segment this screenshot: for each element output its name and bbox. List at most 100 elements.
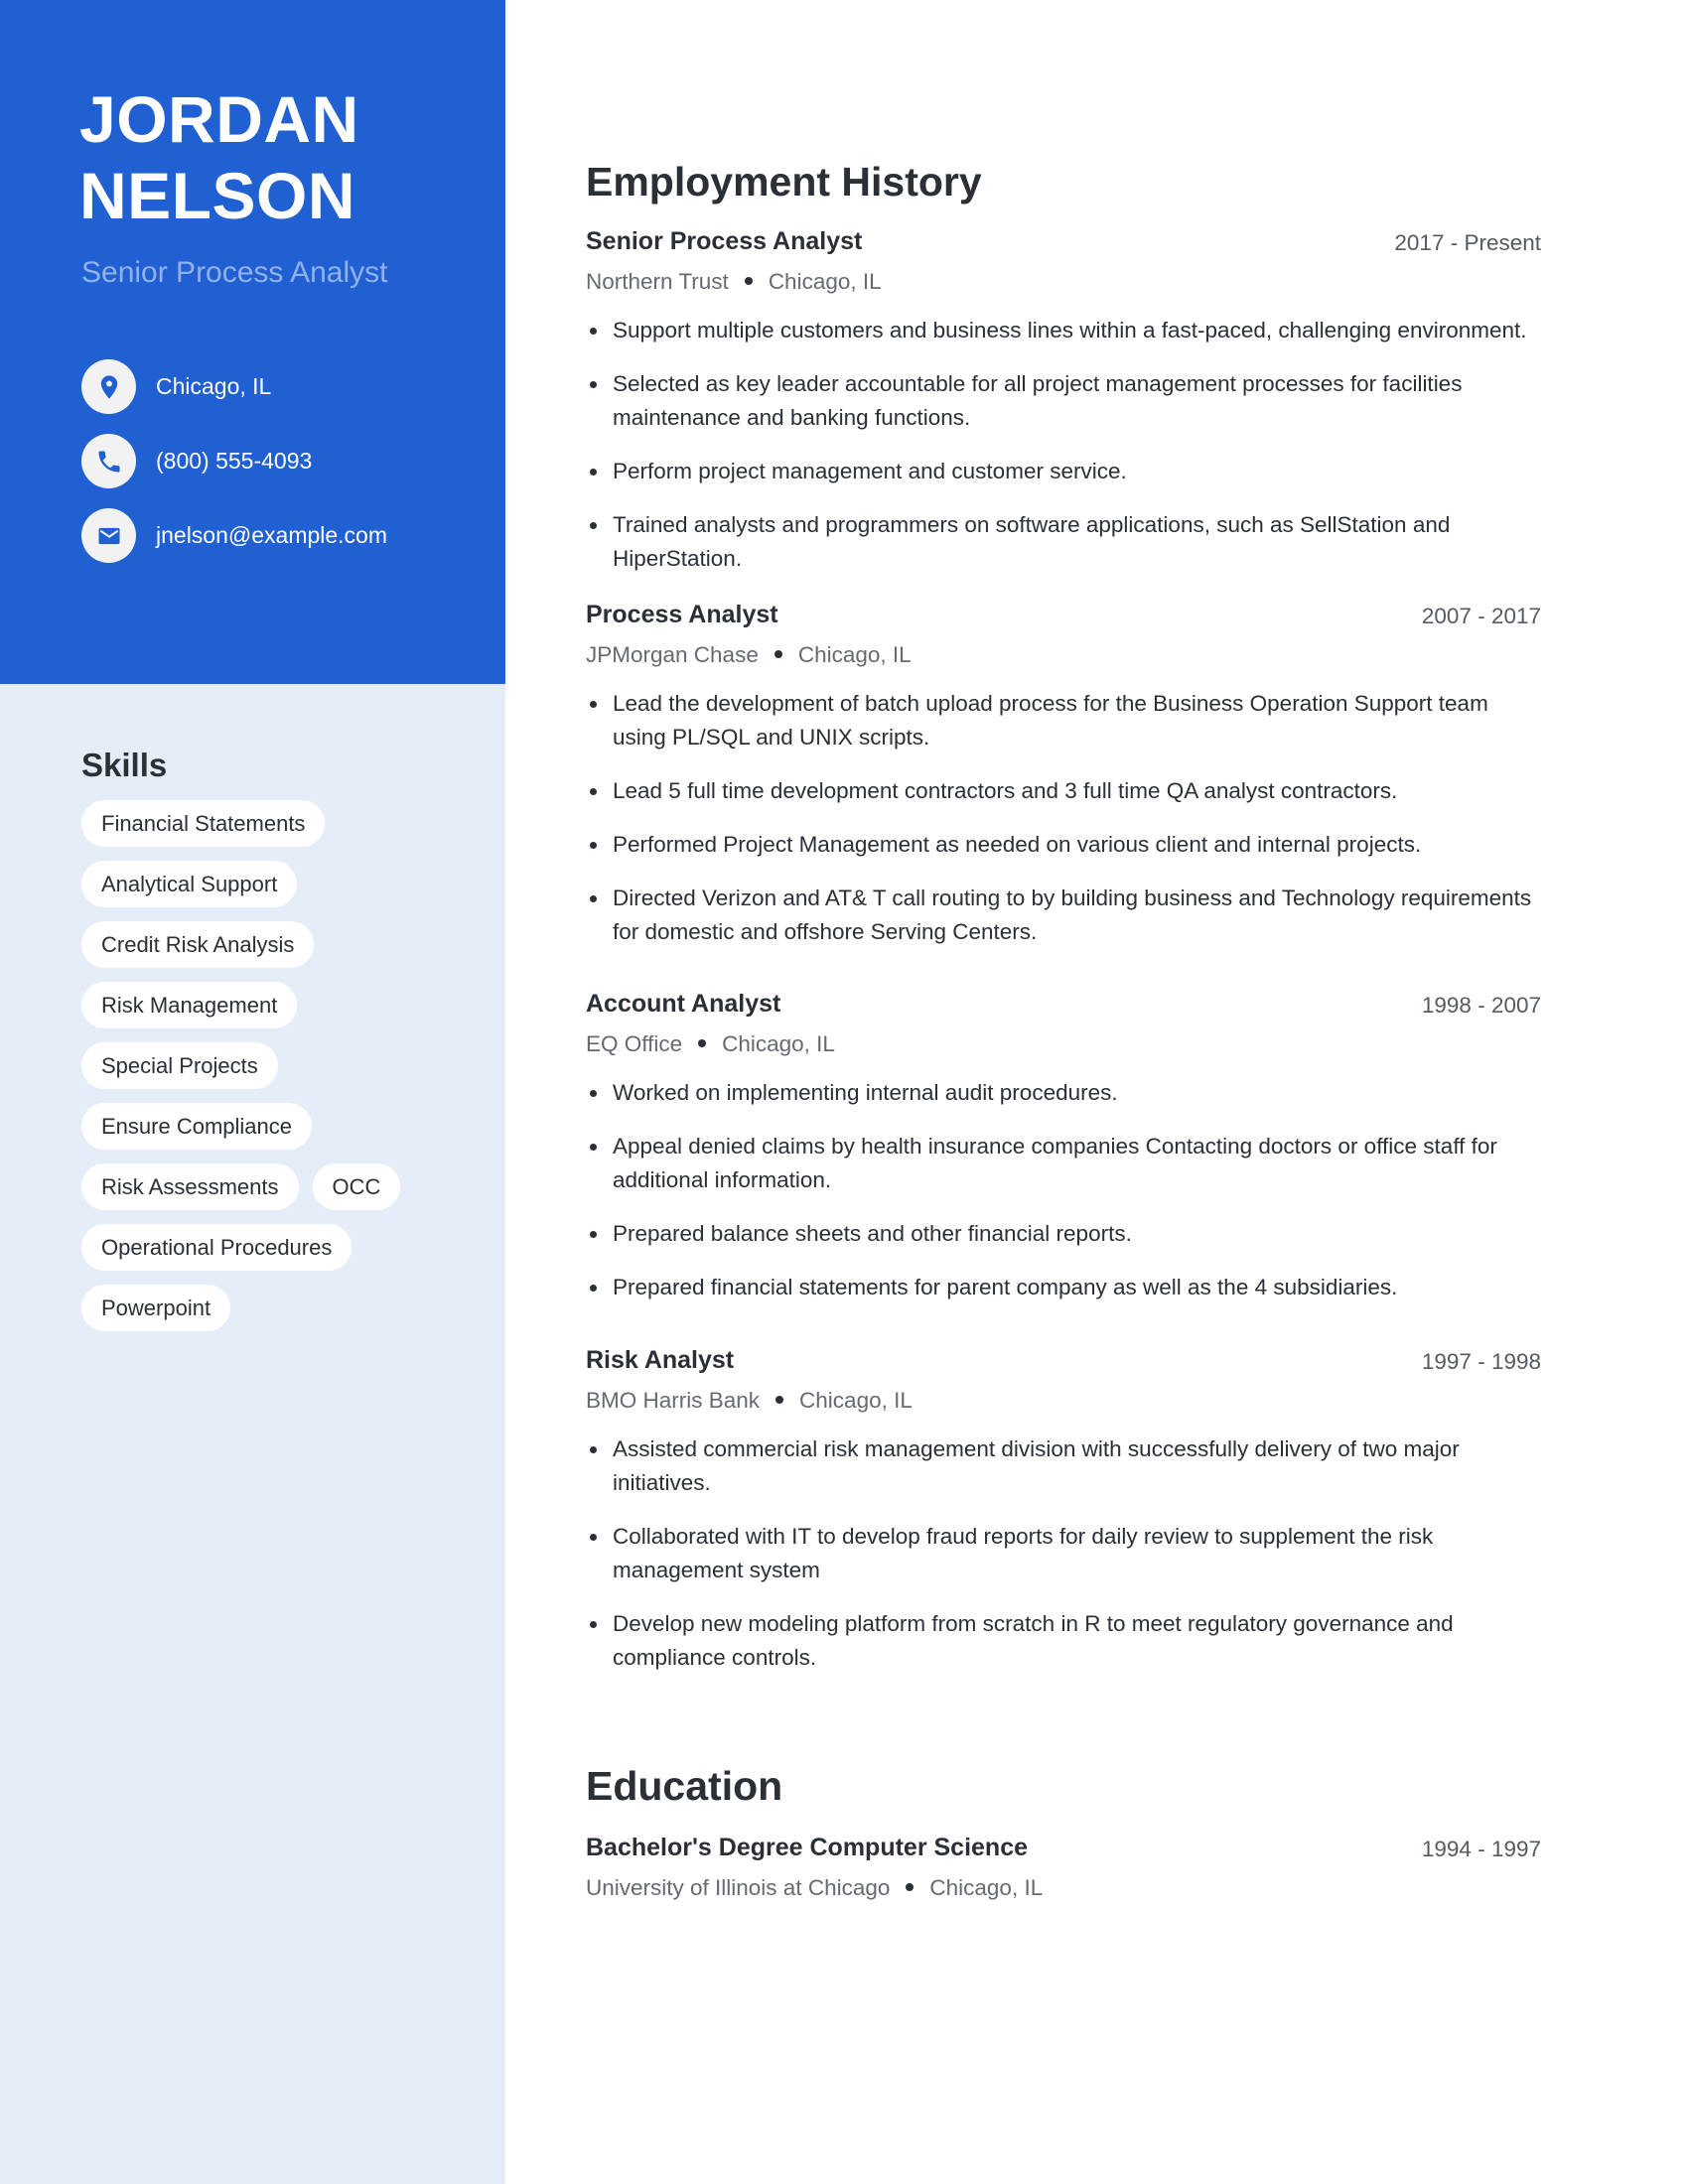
phone-icon xyxy=(81,434,136,488)
skill-tag: Risk Management xyxy=(81,982,298,1028)
contact-location: Chicago, IL xyxy=(81,359,387,414)
job-bullet: Appeal denied claims by health insurance… xyxy=(586,1130,1541,1197)
education-meta: University of Illinois at Chicago Chicago… xyxy=(586,1870,1541,1906)
education-date: 1994 - 1997 xyxy=(1421,1837,1541,1861)
job-title: Account Analyst xyxy=(586,990,781,1018)
bullet-text: Prepared financial statements for parent… xyxy=(613,1275,1398,1299)
job-date: 1998 - 2007 xyxy=(1421,993,1541,1018)
mail-icon xyxy=(81,508,136,563)
job-location: Chicago, IL xyxy=(722,1031,835,1056)
bullet-text: Perform project management and customer … xyxy=(613,459,1127,483)
education-heading: Education xyxy=(586,1763,783,1809)
school-location: Chicago, IL xyxy=(929,1875,1044,1900)
degree-title: Bachelor's Degree Computer Science xyxy=(586,1834,1028,1861)
bullet-dot xyxy=(590,328,597,335)
job-meta: Northern Trust Chicago, IL xyxy=(586,264,1541,300)
job-entry: Account Analyst 1998 - 2007 EQ Office Chi… xyxy=(586,990,1541,1324)
job-bullet: Prepared balance sheets and other financ… xyxy=(586,1217,1541,1251)
bullet-dot xyxy=(590,701,597,708)
skill-tag: Risk Assessments xyxy=(81,1163,299,1210)
bullet-text: Support multiple customers and business … xyxy=(613,318,1527,342)
job-bullet: Perform project management and customer … xyxy=(586,455,1541,488)
separator-dot xyxy=(775,1396,784,1405)
job-bullet: Assisted commercial risk management divi… xyxy=(586,1433,1541,1500)
job-bullet: Collaborated with IT to develop fraud re… xyxy=(586,1520,1541,1587)
job-location: Chicago, IL xyxy=(797,642,912,667)
job-bullet: Lead the development of batch upload pro… xyxy=(586,687,1541,754)
company-name: BMO Harris Bank xyxy=(586,1388,761,1413)
skill-tag: Powerpoint xyxy=(81,1285,231,1331)
job-location: Chicago, IL xyxy=(799,1388,913,1413)
job-entry: Process Analyst 2007 - 2017 JPMorgan Cha… xyxy=(586,601,1541,969)
bullet-dot xyxy=(590,1446,597,1453)
job-entry: Risk Analyst 1997 - 1998 BMO Harris Bank… xyxy=(586,1346,1541,1695)
bullet-text: Assisted commercial risk management divi… xyxy=(613,1436,1460,1495)
contact-email-text[interactable]: jnelson@example.com xyxy=(156,522,387,549)
job-meta: EQ Office Chicago, IL xyxy=(586,1026,1541,1062)
company-name: Northern Trust xyxy=(586,269,729,294)
job-title: Process Analyst xyxy=(586,601,778,628)
job-location: Chicago, IL xyxy=(768,269,882,294)
bullet-text: Directed Verizon and AT& T call routing … xyxy=(613,886,1532,944)
skill-tag: Special Projects xyxy=(81,1042,278,1089)
bullet-text: Develop new modeling platform from scrat… xyxy=(613,1611,1454,1670)
candidate-headline: Senior Process Analyst xyxy=(81,256,388,289)
job-bullet: Develop new modeling platform from scrat… xyxy=(586,1607,1541,1675)
skill-tag: Credit Risk Analysis xyxy=(81,921,315,968)
separator-dot xyxy=(698,1039,707,1048)
company-name: JPMorgan Chase xyxy=(586,642,759,667)
bullet-dot xyxy=(590,381,597,388)
skills-list: Financial Statements Analytical Support … xyxy=(81,800,479,1331)
job-meta: JPMorgan Chase Chicago, IL xyxy=(586,637,1541,673)
job-date: 2017 - Present xyxy=(1394,230,1541,255)
job-date: 2007 - 2017 xyxy=(1421,604,1541,628)
first-name: JORDAN xyxy=(79,82,359,156)
bullet-dot xyxy=(590,522,597,529)
job-bullet: Lead 5 full time development contractors… xyxy=(586,774,1541,808)
job-bullet: Selected as key leader accountable for a… xyxy=(586,367,1541,435)
job-bullets: Assisted commercial risk management divi… xyxy=(586,1433,1541,1675)
job-bullets: Worked on implementing internal audit pr… xyxy=(586,1076,1541,1304)
skill-tag: OCC xyxy=(312,1163,401,1210)
bullet-dot xyxy=(590,788,597,795)
job-title: Risk Analyst xyxy=(586,1346,735,1374)
contact-phone: (800) 555-4093 xyxy=(81,434,387,488)
education-entry: Bachelor's Degree Computer Science 1994 … xyxy=(586,1834,1541,1906)
bullet-dot xyxy=(590,1144,597,1151)
contact-phone-text[interactable]: (800) 555-4093 xyxy=(156,448,312,475)
job-bullet: Performed Project Management as needed o… xyxy=(586,828,1541,862)
job-bullet: Prepared financial statements for parent… xyxy=(586,1271,1541,1304)
bullet-text: Trained analysts and programmers on soft… xyxy=(613,512,1451,571)
bullet-text: Lead the development of batch upload pro… xyxy=(613,691,1488,750)
contact-location-text: Chicago, IL xyxy=(156,373,272,399)
bullet-dot xyxy=(590,842,597,849)
company-name: EQ Office xyxy=(586,1031,683,1056)
job-bullets: Lead the development of batch upload pro… xyxy=(586,687,1541,949)
separator-dot xyxy=(906,1883,914,1892)
last-name: NELSON xyxy=(79,159,356,232)
contact-email: jnelson@example.com xyxy=(81,508,387,563)
bullet-text: Selected as key leader accountable for a… xyxy=(613,371,1463,430)
job-bullet: Trained analysts and programmers on soft… xyxy=(586,508,1541,576)
skill-tag: Financial Statements xyxy=(81,800,326,847)
bullet-text: Performed Project Management as needed o… xyxy=(613,832,1422,857)
job-entry: Senior Process Analyst 2017 - Present No… xyxy=(586,227,1541,596)
bullet-dot xyxy=(590,1285,597,1292)
sidebar: JORDAN NELSON Senior Process Analyst Chi… xyxy=(0,0,505,2184)
job-bullet: Worked on implementing internal audit pr… xyxy=(586,1076,1541,1110)
job-title: Senior Process Analyst xyxy=(586,227,863,255)
contact-list: Chicago, IL (800) 555-4093 jnelson@examp… xyxy=(81,359,387,583)
bullet-text: Collaborated with IT to develop fraud re… xyxy=(613,1524,1434,1582)
bullet-dot xyxy=(590,1090,597,1097)
bullet-text: Prepared balance sheets and other financ… xyxy=(613,1221,1132,1246)
skill-tag: Ensure Compliance xyxy=(81,1103,312,1150)
separator-dot xyxy=(774,650,782,659)
candidate-name: JORDAN NELSON xyxy=(79,81,496,234)
map-pin-icon xyxy=(81,359,136,414)
bullet-dot xyxy=(590,895,597,902)
skill-tag: Operational Procedures xyxy=(81,1224,352,1271)
school-name: University of Illinois at Chicago xyxy=(586,1875,891,1900)
job-bullet: Support multiple customers and business … xyxy=(586,314,1541,347)
separator-dot xyxy=(744,277,753,286)
bullet-dot xyxy=(590,469,597,476)
